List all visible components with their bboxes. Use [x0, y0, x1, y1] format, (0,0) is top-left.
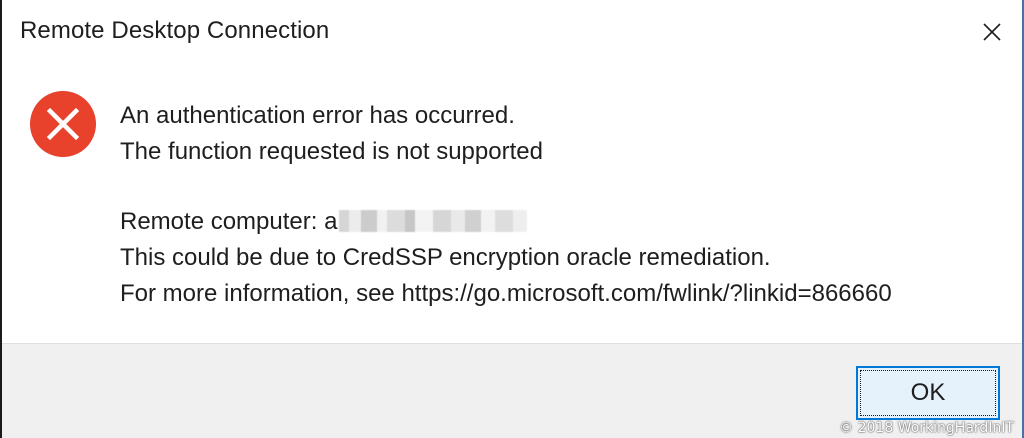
copyright-watermark: © 2018 WorkingHardInIT: [839, 420, 1014, 436]
credssp-explanation: This could be due to CredSSP encryption …: [120, 244, 771, 271]
remote-desktop-error-dialog: Remote Desktop Connection An authenticat…: [0, 0, 1024, 438]
button-bar: OK © 2018 WorkingHardInIT: [2, 343, 1022, 438]
ok-button-label: OK: [910, 379, 946, 406]
close-button[interactable]: [972, 12, 1012, 52]
redacted-hostname: [339, 210, 528, 232]
title-bar[interactable]: Remote Desktop Connection: [2, 0, 1022, 66]
remote-computer-line: Remote computer: a: [120, 204, 892, 240]
window-title: Remote Desktop Connection: [20, 17, 330, 44]
remote-computer-label: Remote computer: a: [120, 208, 338, 235]
error-message: An authentication error has occurred. Th…: [120, 98, 892, 312]
error-icon: [30, 91, 96, 157]
close-icon: [983, 23, 1001, 41]
more-info-line: For more information, see https://go.mic…: [120, 280, 892, 307]
dialog-content: An authentication error has occurred. Th…: [2, 66, 1022, 343]
error-heading: An authentication error has occurred.: [120, 102, 515, 129]
error-detail: The function requested is not supported: [120, 138, 543, 165]
ok-button[interactable]: OK: [856, 366, 1000, 420]
